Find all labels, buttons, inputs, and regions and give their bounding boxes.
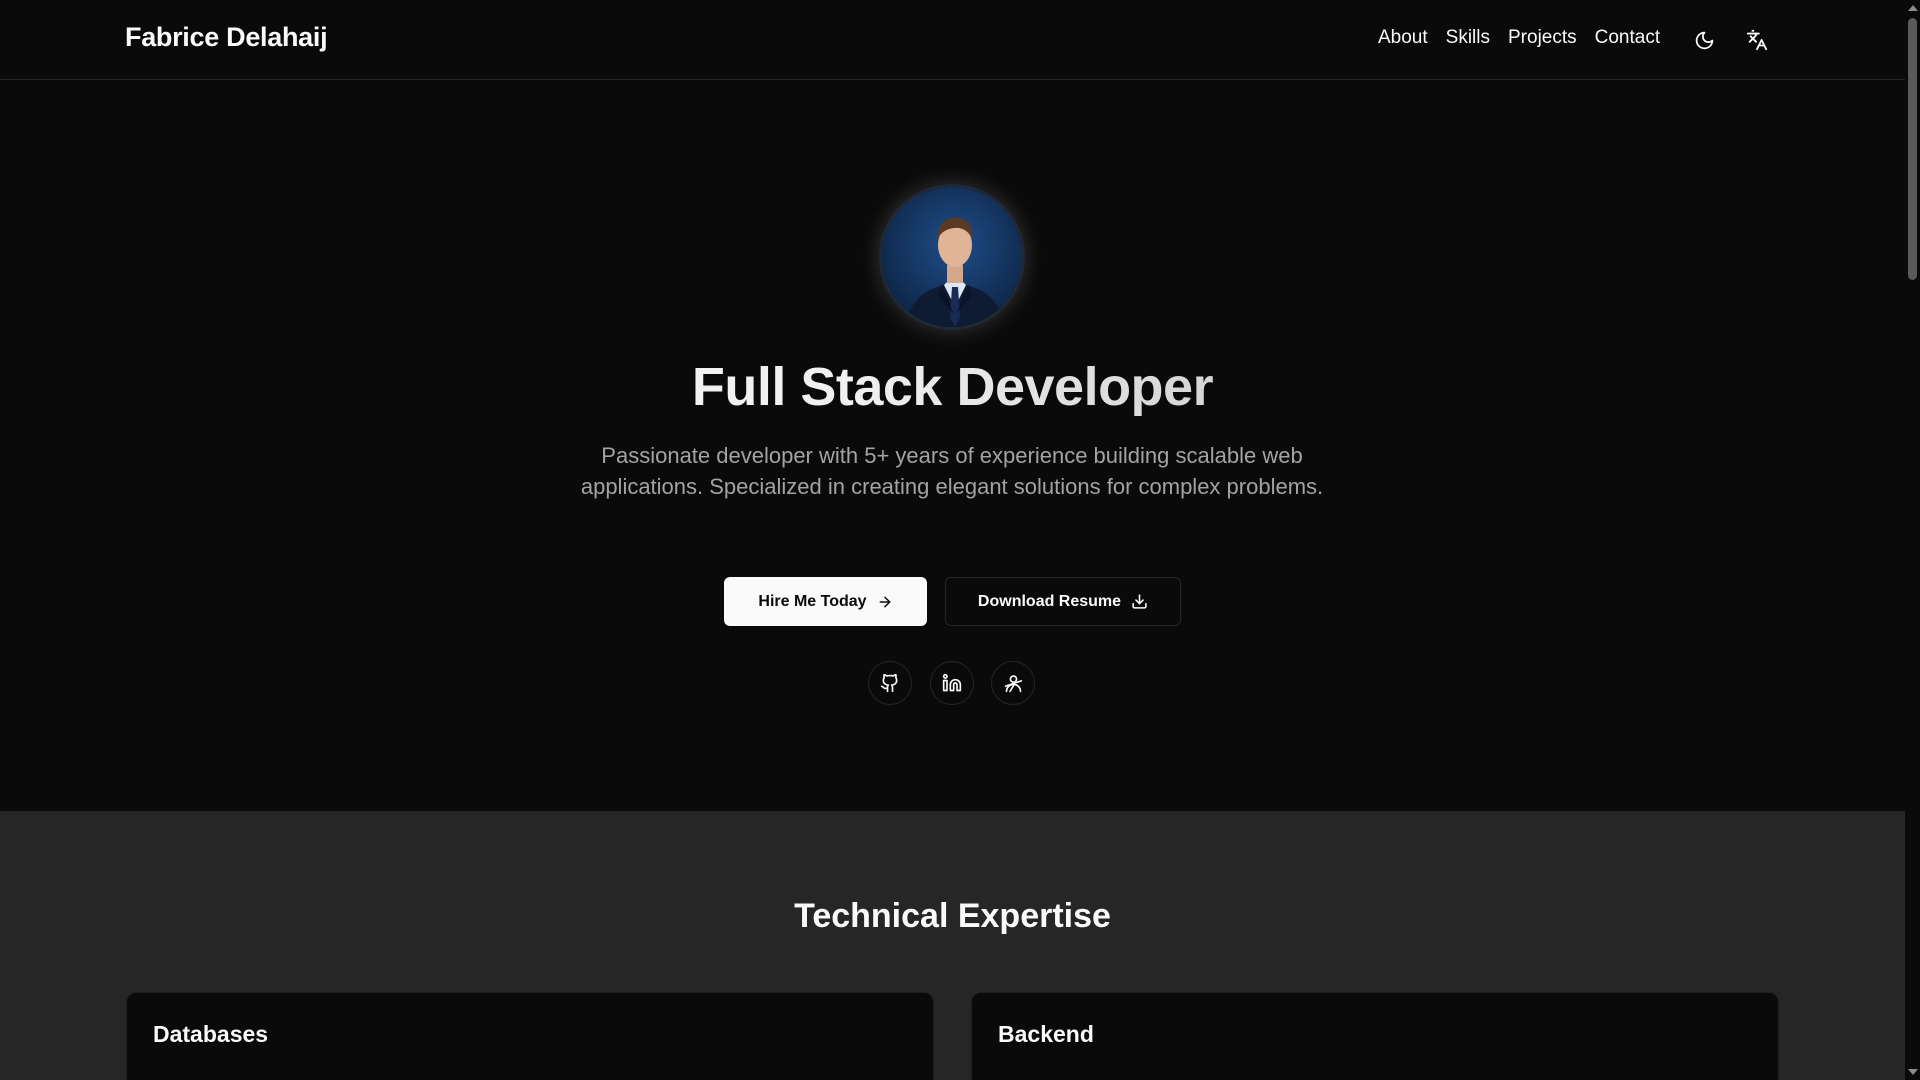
hire-me-label: Hire Me Today bbox=[758, 592, 867, 610]
linkedin-link[interactable] bbox=[930, 661, 974, 705]
download-resume-button[interactable]: Download Resume bbox=[945, 577, 1181, 626]
download-icon bbox=[1132, 594, 1147, 609]
avatar bbox=[879, 184, 1025, 330]
malt-icon bbox=[1004, 674, 1022, 692]
arrow-right-icon bbox=[879, 596, 890, 607]
linkedin-icon bbox=[942, 673, 962, 692]
brand-logo[interactable]: Fabrice Delahaij bbox=[125, 22, 328, 53]
page-scrollbar[interactable] bbox=[1905, 0, 1920, 1080]
language-switcher-button[interactable] bbox=[1739, 22, 1775, 58]
page: Fabrice Delahaij About Skills Projects C… bbox=[0, 0, 1905, 1080]
scrollbar-thumb[interactable] bbox=[1908, 18, 1917, 280]
nav-link-about[interactable]: About bbox=[1378, 27, 1428, 49]
site-header: Fabrice Delahaij About Skills Projects C… bbox=[0, 0, 1905, 80]
hero-section: Full Stack Developer Passionate develope… bbox=[0, 80, 1905, 811]
theme-toggle-button[interactable] bbox=[1686, 22, 1722, 58]
nav-link-contact[interactable]: Contact bbox=[1595, 27, 1660, 49]
profile-photo bbox=[882, 187, 1022, 327]
malt-link[interactable] bbox=[991, 661, 1035, 705]
moon-icon bbox=[1695, 31, 1713, 49]
skill-card-title: Databases bbox=[153, 1021, 269, 1047]
skills-section: Technical Expertise Databases Backend bbox=[0, 811, 1905, 1080]
translate-icon bbox=[1746, 29, 1768, 51]
skill-card-title: Backend bbox=[998, 1021, 1094, 1047]
github-icon bbox=[880, 673, 898, 693]
main-nav: About Skills Projects Contact bbox=[1378, 27, 1660, 49]
nav-link-skills[interactable]: Skills bbox=[1446, 27, 1490, 49]
scroll-up-arrow-icon[interactable] bbox=[1908, 5, 1918, 11]
skill-card-databases: Databases bbox=[126, 992, 934, 1080]
github-link[interactable] bbox=[868, 661, 912, 705]
download-resume-label: Download Resume bbox=[977, 592, 1122, 610]
section-title: Technical Expertise bbox=[794, 897, 1111, 935]
hero-description: Passionate developer with 5+ years of ex… bbox=[580, 443, 1324, 499]
hire-me-button[interactable]: Hire Me Today bbox=[724, 577, 927, 626]
hero-title: Full Stack Developer bbox=[0, 356, 1905, 418]
nav-link-projects[interactable]: Projects bbox=[1508, 27, 1577, 49]
skill-card-backend: Backend bbox=[971, 992, 1779, 1080]
scroll-down-arrow-icon[interactable] bbox=[1908, 1069, 1918, 1075]
